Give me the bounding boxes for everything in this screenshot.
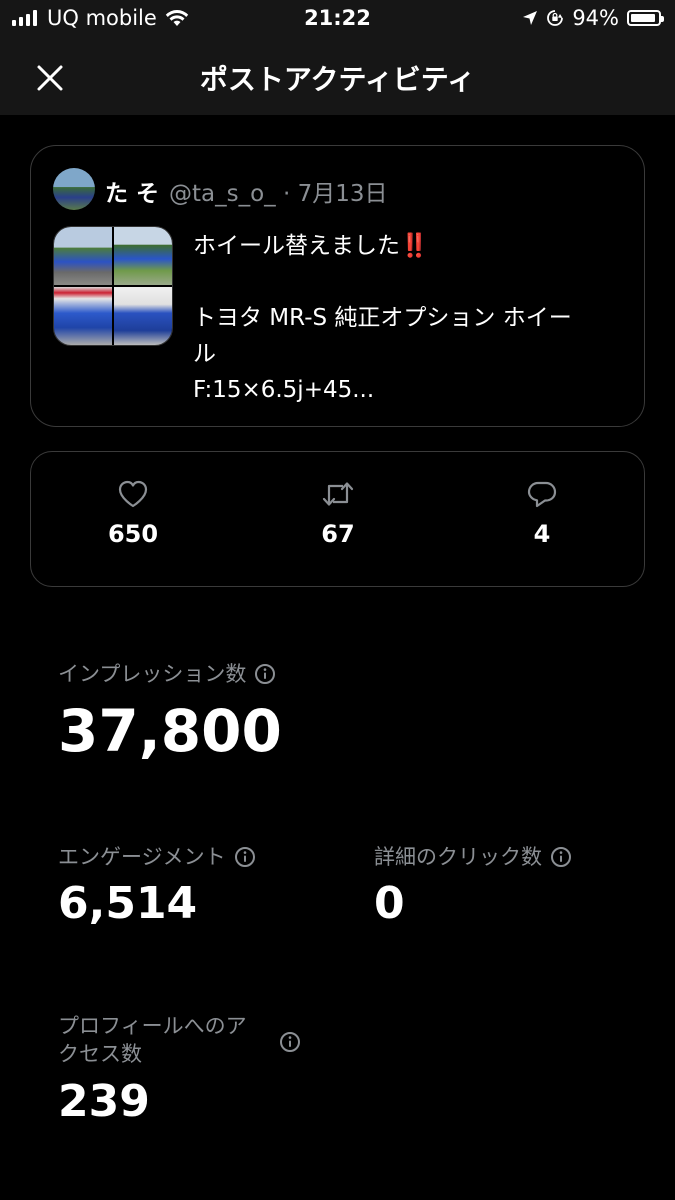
reposts-count: 67 <box>321 520 355 548</box>
post-author-row: た そ @ta_s_o_ · 7月13日 <box>105 174 388 208</box>
info-icon[interactable] <box>279 1031 301 1053</box>
heart-icon <box>118 480 148 508</box>
info-icon[interactable] <box>234 846 256 868</box>
status-bar: UQ mobile 21:22 94% <box>0 0 675 38</box>
reposts-stat[interactable]: 67 <box>278 480 398 548</box>
engagements-label-row: エンゲージメント <box>58 843 256 871</box>
profile-visits-label-line1: プロフィールへのア <box>58 1014 247 1038</box>
engagements-label: エンゲージメント <box>58 845 226 869</box>
post-text-line4: F:15×6.5j+45... <box>193 377 375 403</box>
impressions-value: 37,800 <box>58 697 282 765</box>
post-text-line1: ホイール替えました <box>193 233 400 259</box>
post-date: 7月13日 <box>297 181 388 207</box>
media-thumbnail[interactable] <box>54 227 112 285</box>
profile-visits-value: 239 <box>58 1076 150 1127</box>
post-text-blank-line <box>193 264 623 300</box>
likes-count: 650 <box>107 520 159 548</box>
avatar[interactable] <box>53 168 95 210</box>
replies-stat[interactable]: 4 <box>482 480 602 548</box>
media-thumbnail[interactable] <box>114 287 172 345</box>
status-right: 94% <box>522 6 664 30</box>
separator-dot: · <box>283 181 291 207</box>
media-thumbnail[interactable] <box>54 287 112 345</box>
nav-header: ポストアクティビティ <box>0 38 675 115</box>
detail-clicks-label-row: 詳細のクリック数 <box>374 843 572 871</box>
post-text-line: ホイール替えました‼️ <box>193 228 623 264</box>
info-icon[interactable] <box>254 663 276 685</box>
orientation-lock-icon <box>547 10 564 26</box>
post-media-grid[interactable] <box>53 226 173 346</box>
detail-clicks-label: 詳細のクリック数 <box>374 845 542 869</box>
battery-percent: 94% <box>572 6 619 30</box>
author-name[interactable]: た そ <box>105 181 159 207</box>
replies-count: 4 <box>533 520 551 548</box>
profile-visits-label-line2: クセス数 <box>58 1042 142 1066</box>
likes-stat[interactable]: 650 <box>73 480 193 548</box>
author-handle[interactable]: @ta_s_o_ <box>169 181 276 207</box>
post-text: ホイール替えました‼️ トヨタ MR-S 純正オプション ホイー ル F:15×… <box>193 228 623 408</box>
reply-bubble-icon <box>527 481 557 508</box>
location-arrow-icon <box>523 11 538 25</box>
profile-visits-label: プロフィールへのア クセス数 <box>58 1012 247 1068</box>
engagements-value: 6,514 <box>58 878 198 929</box>
info-icon[interactable] <box>550 846 572 868</box>
page-title: ポストアクティビティ <box>199 63 476 96</box>
media-thumbnail[interactable] <box>114 227 172 285</box>
post-text-line2: トヨタ MR-S 純正オプション ホイー <box>193 305 572 331</box>
battery-fill <box>631 14 656 22</box>
impressions-label-row: インプレッション数 <box>58 660 276 688</box>
post-text-line3: ル <box>193 341 216 367</box>
detail-clicks-value: 0 <box>374 878 405 929</box>
battery-icon <box>627 10 664 26</box>
impressions-label: インプレッション数 <box>58 662 247 686</box>
engagement-card: 650 67 4 <box>30 451 645 587</box>
repost-icon <box>322 482 354 506</box>
double-exclamation-emoji: ‼️ <box>400 233 429 259</box>
post-card[interactable]: た そ @ta_s_o_ · 7月13日 ホイール替えました‼️ トヨタ MR-S… <box>30 145 645 427</box>
